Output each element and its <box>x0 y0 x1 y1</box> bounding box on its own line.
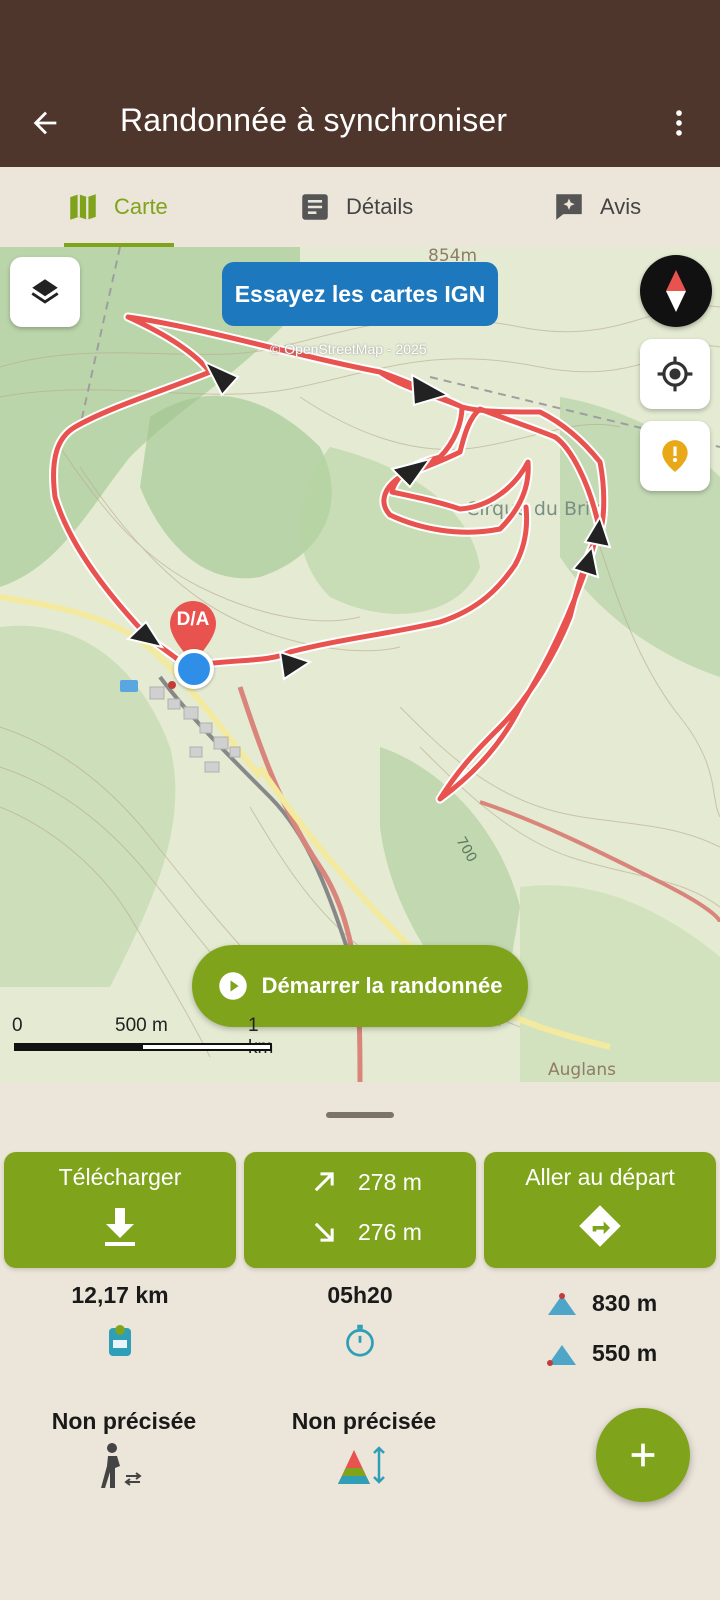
more-options-button[interactable] <box>656 100 702 146</box>
elevation-down-value: 276 m <box>358 1218 422 1245</box>
more-vert-icon <box>676 110 682 136</box>
layers-button[interactable] <box>10 257 80 327</box>
app-bar: Randonnée à synchroniser <box>0 80 720 167</box>
tab-avis[interactable]: Avis <box>552 167 641 247</box>
play-circle-icon <box>218 972 247 1000</box>
map-scale: 0 500 m 1 km <box>12 1015 282 1058</box>
my-location-icon <box>657 356 693 392</box>
scale-mid: 500 m <box>115 1015 168 1036</box>
download-button[interactable]: Télécharger <box>4 1152 236 1268</box>
bottom-sheet: Télécharger 278 m 276 m Aller au départ … <box>0 1082 720 1600</box>
locate-me-button[interactable] <box>640 339 710 409</box>
distance-value: 12,17 km <box>71 1282 169 1308</box>
review-icon <box>556 194 582 220</box>
tab-bar: Carte Détails Avis <box>0 167 720 247</box>
tab-carte-label: Carte <box>114 194 168 219</box>
start-end-marker-label: D/A <box>176 609 210 630</box>
add-fab-button[interactable] <box>596 1408 690 1502</box>
mountain-peak-max-icon <box>548 1292 576 1315</box>
elevation-gain-card[interactable]: 278 m 276 m <box>244 1152 476 1268</box>
layers-icon <box>31 279 59 304</box>
place-bottom-label: Auglans <box>548 1060 616 1080</box>
directions-icon <box>579 1205 621 1247</box>
map-icon <box>70 194 96 220</box>
go-to-start-label: Aller au départ <box>525 1164 675 1190</box>
elevation-up-value: 278 m <box>358 1168 422 1195</box>
map-attribution: © OpenStreetMap - 2025 <box>270 341 427 357</box>
practice-value: Non précisée <box>51 1408 197 1434</box>
arrow-up-right-icon <box>314 1172 334 1192</box>
tab-avis-label: Avis <box>600 194 642 219</box>
tab-details[interactable]: Détails <box>298 167 413 247</box>
status-bar <box>0 0 720 80</box>
distance-marker-icon <box>109 1325 131 1356</box>
start-hike-label: Démarrer la randonnée <box>261 973 503 998</box>
duration-value: 05h20 <box>327 1282 393 1308</box>
scale-bar <box>14 1043 272 1051</box>
alert-icon <box>662 440 688 472</box>
compass-icon <box>666 270 686 312</box>
sheet-drag-handle[interactable] <box>326 1112 394 1118</box>
map-view[interactable]: 854m Cirque du Briis 700 Auglans D/A Ess… <box>0 247 720 1082</box>
scale-zero: 0 <box>12 1015 23 1036</box>
altitude-min-row: 550 m <box>546 1340 657 1367</box>
page-title: Randonnée à synchroniser <box>120 102 508 138</box>
altitude-min-value: 550 m <box>592 1340 658 1366</box>
compass-button[interactable] <box>640 255 712 327</box>
download-icon <box>105 1208 135 1246</box>
stopwatch-icon <box>346 1324 374 1357</box>
document-icon <box>302 194 328 220</box>
hiker-icon <box>101 1443 142 1488</box>
try-ign-maps-button[interactable]: Essayez les cartes IGN <box>222 262 498 326</box>
tab-details-label: Détails <box>346 194 414 219</box>
altitude-max-value: 830 m <box>592 1290 658 1316</box>
arrow-down-right-icon <box>314 1222 334 1242</box>
elevation-down-row: 276 m <box>310 1218 422 1246</box>
elevation-up-row: 278 m <box>310 1168 422 1196</box>
plus-icon <box>631 1443 655 1467</box>
download-label: Télécharger <box>58 1164 182 1190</box>
tab-carte[interactable]: Carte <box>66 167 168 247</box>
report-alert-button[interactable] <box>640 421 710 491</box>
scale-end: 1 km <box>248 1015 273 1058</box>
go-to-start-button[interactable]: Aller au départ <box>484 1152 716 1268</box>
current-location-dot <box>174 649 214 689</box>
difficulty-icon <box>338 1446 385 1484</box>
arrow-left-icon <box>33 111 57 135</box>
altitude-max-row: 830 m <box>546 1290 657 1317</box>
back-button[interactable] <box>22 100 68 146</box>
difficulty-value: Non précisée <box>291 1408 437 1434</box>
mountain-peak-min-icon <box>547 1344 576 1366</box>
